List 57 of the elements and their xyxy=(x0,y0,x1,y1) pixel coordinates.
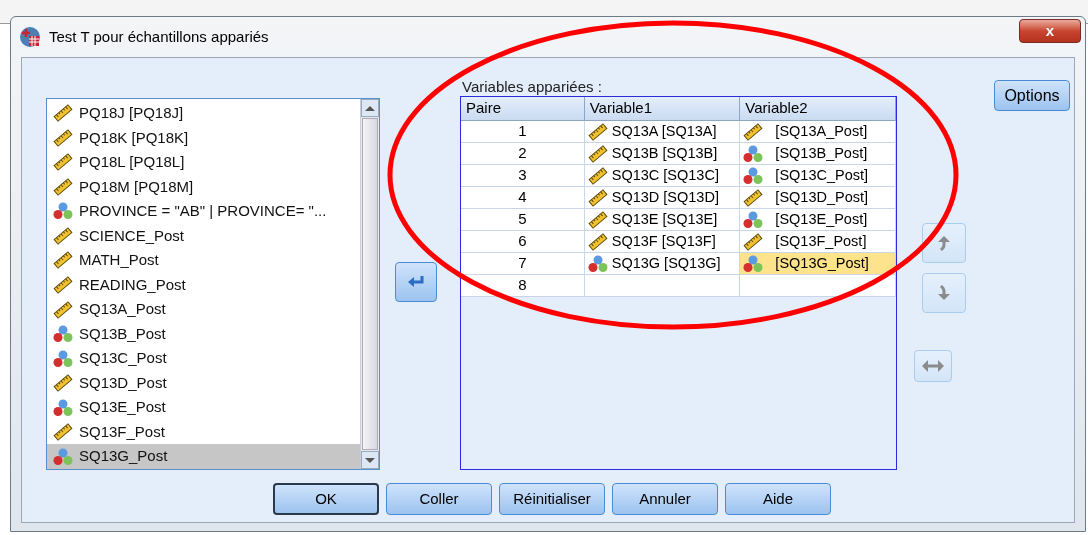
app-icon xyxy=(19,26,41,48)
ruler-icon xyxy=(743,188,764,207)
variable-list-item[interactable]: READING_Post xyxy=(47,272,360,298)
down-arrow-icon xyxy=(937,285,951,301)
return-arrow-icon xyxy=(407,275,425,289)
variable-list-item[interactable]: PQ18M [PQ18M] xyxy=(47,174,360,200)
variable-list-item[interactable]: MATH_Post xyxy=(47,248,360,273)
ruler-icon xyxy=(743,122,764,141)
dialog-button[interactable]: Aide xyxy=(725,483,831,515)
close-button[interactable]: x xyxy=(1019,19,1081,43)
ruler-icon xyxy=(587,166,608,185)
move-button[interactable] xyxy=(395,262,437,302)
variable-list-item[interactable]: SQ13F_Post xyxy=(47,419,360,445)
variable-list-item[interactable]: SQ13C_Post xyxy=(47,346,360,371)
variable-list-item[interactable]: SQ13D_Post xyxy=(47,370,360,396)
section-label: Variables appariées : xyxy=(462,77,602,97)
dialog-button[interactable]: OK xyxy=(273,483,379,515)
nominal-circles-icon xyxy=(53,447,73,466)
ruler-icon xyxy=(587,122,608,141)
column-header: Variable2 xyxy=(740,97,896,121)
dialog-button[interactable]: Réinitialiser xyxy=(499,483,605,515)
ruler-icon xyxy=(587,188,608,207)
variable-list-item[interactable]: SQ13B_Post xyxy=(47,321,360,347)
dialog-button[interactable]: Annuler xyxy=(612,483,718,515)
variable-list-item[interactable]: PQ18J [PQ18J] xyxy=(47,101,360,126)
options-button[interactable]: Options xyxy=(994,80,1070,111)
column-header: Paire xyxy=(461,97,585,121)
pair-number-cell: 8 xyxy=(461,275,585,297)
variable-list-item[interactable]: PQ18K [PQ18K] xyxy=(47,125,360,151)
nominal-circles-icon xyxy=(53,325,73,344)
ruler-icon xyxy=(587,210,608,229)
nominal-circles-icon xyxy=(53,398,73,417)
double-arrow-icon xyxy=(922,360,944,372)
nominal-circles-icon xyxy=(53,349,73,368)
nominal-circles-icon xyxy=(743,210,764,229)
variable-list-item[interactable]: SQ13E_Post xyxy=(47,395,360,420)
variable-list-item[interactable]: PROVINCE = "AB" | PROVINCE= "... xyxy=(47,199,360,224)
scroll-down-icon[interactable] xyxy=(361,451,379,469)
nominal-circles-icon xyxy=(587,254,608,273)
ruler-icon xyxy=(587,232,608,251)
dialog-button[interactable]: Coller xyxy=(386,483,492,515)
variable-list-item[interactable]: SQ13A_Post xyxy=(47,297,360,322)
variable-cell[interactable]: [SQ13G_Post] xyxy=(740,253,896,275)
nominal-circles-icon xyxy=(743,254,764,273)
up-arrow-icon xyxy=(937,235,951,251)
variable-list-item[interactable]: SQ13G_Post xyxy=(47,444,360,469)
ruler-icon xyxy=(743,232,764,251)
nominal-circles-icon xyxy=(743,144,764,163)
nominal-circles-icon xyxy=(743,166,764,185)
scroll-thumb[interactable] xyxy=(362,118,378,450)
column-header: Variable1 xyxy=(584,97,741,121)
ruler-icon xyxy=(587,144,608,163)
variable-list-item[interactable]: PQ18L [PQ18L] xyxy=(47,150,360,175)
nominal-circles-icon xyxy=(53,202,73,221)
variable-list-item[interactable]: SCIENCE_Post xyxy=(47,223,360,249)
scroll-up-icon[interactable] xyxy=(361,99,379,117)
window-title: Test T pour échantillons appariés xyxy=(49,26,269,47)
